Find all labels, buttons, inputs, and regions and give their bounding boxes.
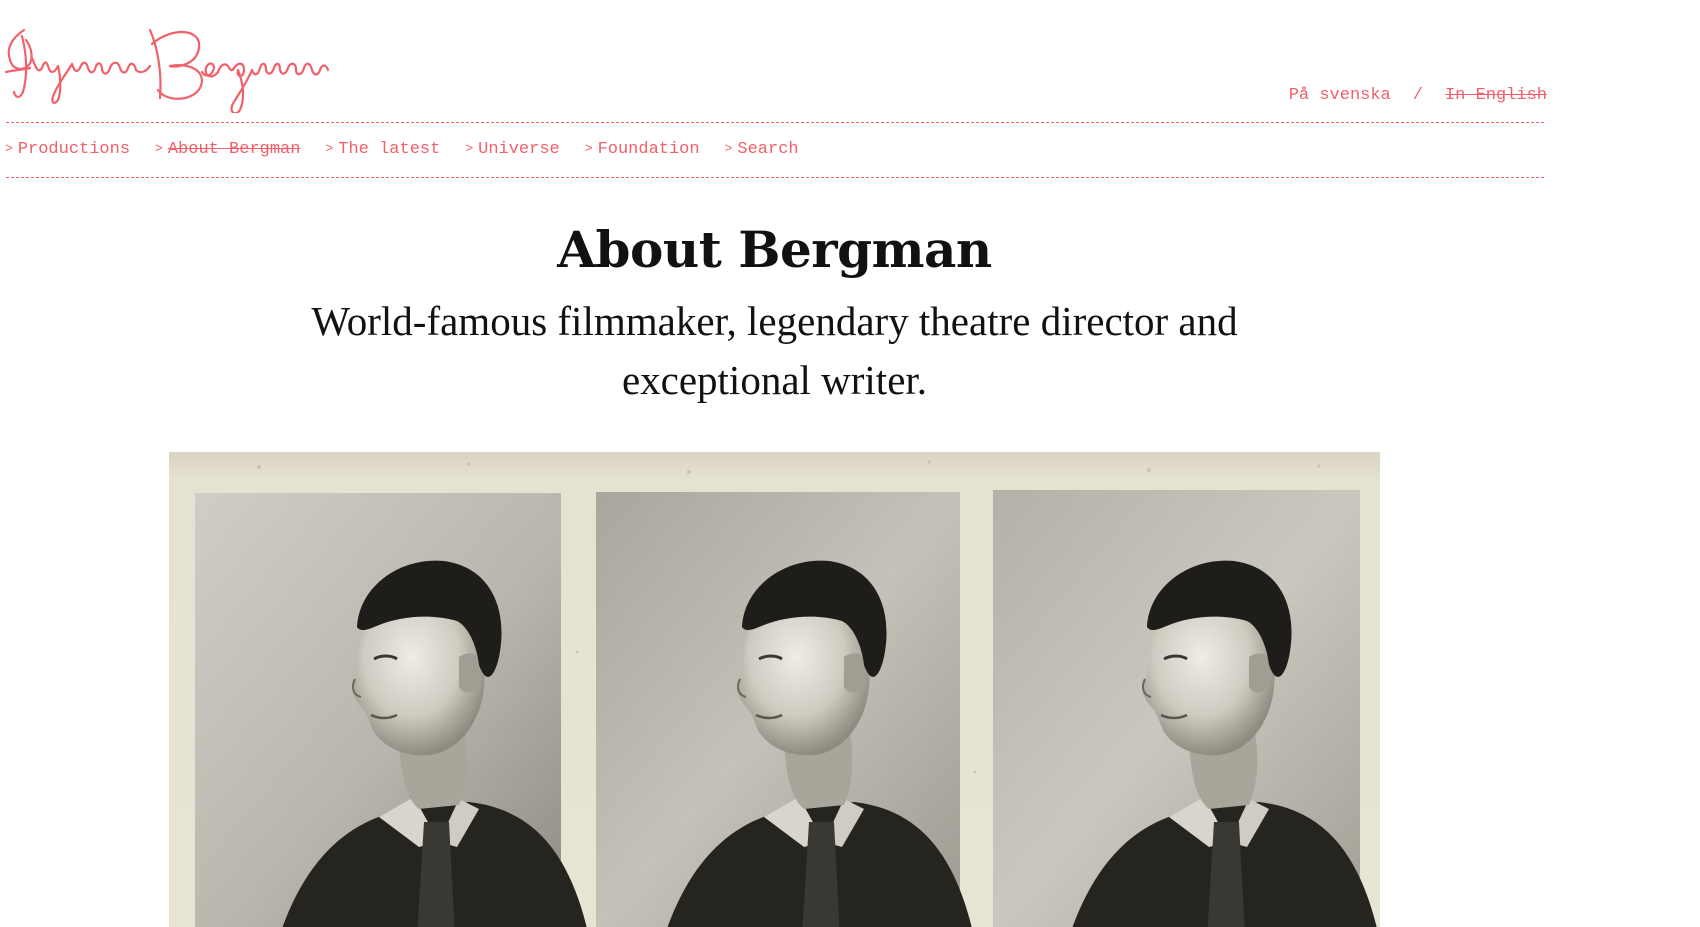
chevron-right-icon: >	[155, 141, 163, 156]
nav-item-label: Productions	[17, 140, 131, 159]
signature-logo[interactable]	[2, 18, 332, 113]
photo-booth-strip-image	[195, 460, 1380, 927]
page-title: About Bergman	[557, 220, 992, 279]
nav-item-foundation[interactable]: > Foundation	[585, 140, 700, 159]
nav-divider-bottom	[6, 177, 1544, 178]
nav-item-label: The latest	[338, 140, 441, 159]
lang-english-link[interactable]: In English	[1445, 86, 1547, 105]
nav-item-universe[interactable]: > Universe	[465, 140, 559, 159]
chevron-right-icon: >	[5, 141, 13, 156]
photo-frame-3	[993, 490, 1380, 927]
page-subtitle: World-famous filmmaker, legendary theatr…	[311, 298, 1238, 403]
lang-separator: /	[1412, 86, 1423, 105]
chevron-right-icon: >	[584, 141, 593, 156]
language-switch: På svenska / In English	[1289, 86, 1547, 105]
nav-item-label: Search	[737, 140, 799, 159]
chevron-right-icon: >	[465, 141, 474, 156]
hero-photo	[169, 452, 1380, 927]
main-nav: > Productions > About Bergman > The latest …	[5, 140, 824, 159]
signature-logo-icon	[4, 28, 330, 113]
nav-item-label: Universe	[478, 140, 560, 159]
photo-frame-2	[596, 492, 976, 927]
nav-item-label: Foundation	[597, 140, 700, 159]
nav-item-label: About Bergman	[167, 140, 301, 159]
nav-divider-top	[6, 122, 1544, 123]
lang-swedish-link[interactable]: På svenska	[1289, 86, 1391, 105]
site-header: På svenska / In English > Productions > Abou…	[0, 0, 1700, 200]
photo-frame-1	[195, 493, 591, 927]
nav-item-productions[interactable]: > Productions	[5, 140, 130, 159]
chevron-right-icon: >	[325, 141, 334, 156]
nav-item-the-latest[interactable]: > The latest	[325, 140, 440, 159]
nav-item-search[interactable]: > Search	[725, 140, 799, 159]
chevron-right-icon: >	[724, 141, 733, 156]
nav-item-about-bergman[interactable]: > About Bergman	[155, 140, 300, 159]
